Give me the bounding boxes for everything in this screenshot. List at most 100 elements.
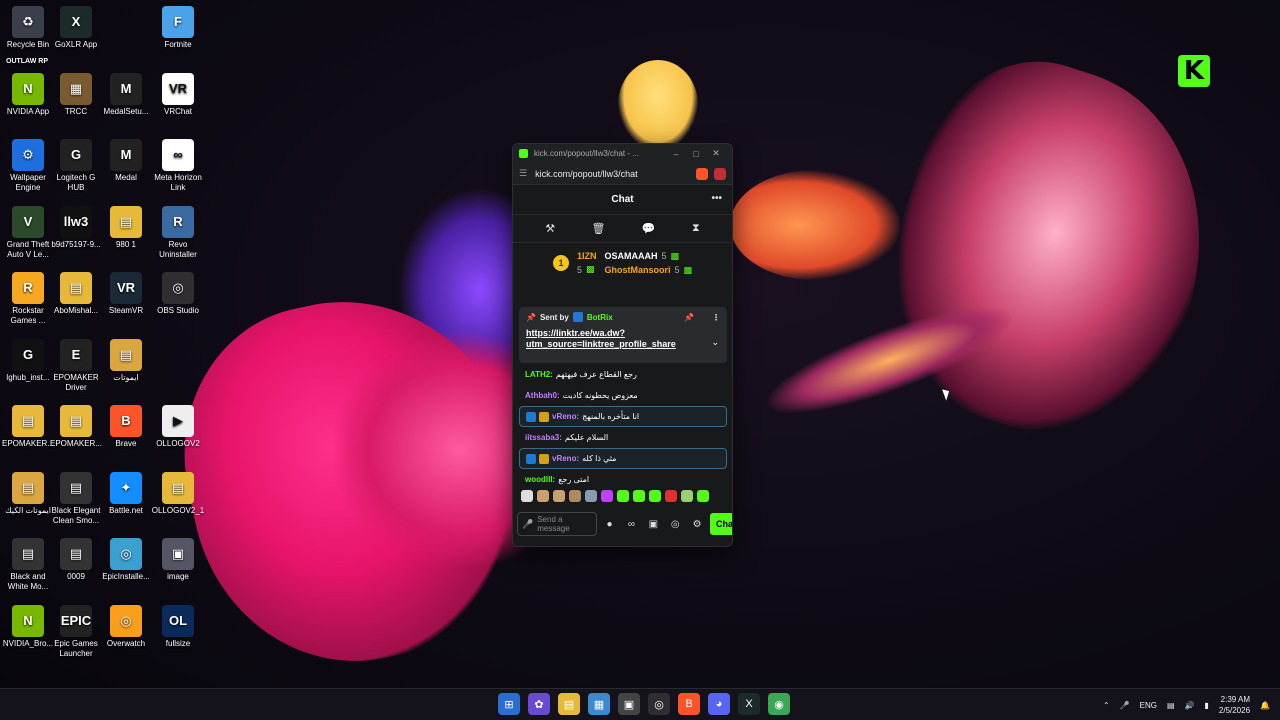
chat-popout-window[interactable]: kick.com/popout/llw3/chat - ... – □ ✕ ☰ … <box>512 143 733 547</box>
copilot-taskbar-icon[interactable]: ✿ <box>528 693 550 715</box>
emote-icon[interactable] <box>585 490 597 502</box>
desktop-icon[interactable]: EPIC Epic Games Launcher <box>48 604 104 659</box>
goxlr-taskbar-icon[interactable]: X <box>738 693 760 715</box>
microphone-tray-icon[interactable]: 🎤 <box>1120 701 1130 710</box>
desktop-icon[interactable]: ◎ EpicInstalle... <box>98 538 154 582</box>
desktop-icon[interactable]: ∞ Meta Horizon Link <box>150 139 206 193</box>
desktop-icon[interactable]: ▤ Black Elegant Clean Smo... <box>48 471 104 526</box>
desktop-icon[interactable]: ▤ 0009 <box>48 538 104 582</box>
microphone-icon[interactable]: 🎤 <box>522 519 533 530</box>
desktop-icon[interactable]: R Revo Uninstaller <box>150 205 206 260</box>
desktop-icon[interactable]: VR SteamVR <box>98 272 154 316</box>
gifter-name[interactable]: 1IZN <box>577 251 597 261</box>
chat-username[interactable]: LATH2: <box>525 370 553 379</box>
hourglass-icon[interactable]: ⧗ <box>692 222 700 235</box>
obs-taskbar-icon[interactable]: ◎ <box>648 693 670 715</box>
emote-icon[interactable] <box>537 490 549 502</box>
desktop-icon[interactable]: ▣ image <box>150 538 206 582</box>
desktop-icon[interactable]: X GoXLR App <box>48 6 104 50</box>
file-explorer-taskbar-icon[interactable]: ▤ <box>558 693 580 715</box>
emote-icon[interactable] <box>569 490 581 502</box>
emote-icon[interactable] <box>681 490 693 502</box>
gifter-name[interactable]: GhostMansoori <box>604 265 670 275</box>
desktop-icon[interactable]: ▤ ايموتات <box>98 338 154 383</box>
pinned-more-icon[interactable]: ⋮ <box>712 313 720 322</box>
desktop-icon[interactable]: G Logitech G HUB <box>48 139 104 193</box>
app-taskbar-icon[interactable]: ▣ <box>618 693 640 715</box>
desktop-icon[interactable]: M Medal <box>98 139 154 183</box>
desktop-icon[interactable]: B Brave <box>98 405 154 449</box>
desktop-icon[interactable]: llw3 b9d75197-9... <box>48 205 104 250</box>
chat-bubble-icon[interactable]: 💬 <box>642 222 656 235</box>
store-taskbar-icon[interactable]: ▦ <box>588 693 610 715</box>
pinned-sender[interactable]: BotRix <box>587 313 613 322</box>
chat-username[interactable]: woodlll: <box>525 475 555 484</box>
emote-icon[interactable] <box>521 490 533 502</box>
chat-message[interactable]: LATH2: رجع القطاع عرف فيهتهم <box>519 364 727 385</box>
emote-icon[interactable] <box>697 490 709 502</box>
desktop-icon[interactable]: ▤ 980 1 <box>98 205 154 250</box>
clock[interactable]: 2:39 AM 2/5/2026 <box>1219 694 1250 716</box>
trash-icon[interactable]: 🗑 <box>592 222 606 235</box>
chat-username[interactable]: vReno: <box>552 412 579 421</box>
chat-message[interactable]: vReno: مثي ذا كله <box>519 448 727 469</box>
settings-gear-icon[interactable]: ⚙ <box>688 519 706 530</box>
brave-taskbar-icon[interactable]: B <box>678 693 700 715</box>
emote-icon[interactable] <box>633 490 645 502</box>
desktop-icon[interactable]: F Fortnite <box>150 6 206 50</box>
discord-taskbar-icon[interactable]: ◕ <box>708 693 730 715</box>
notifications-icon[interactable]: 🔔 <box>1260 701 1270 710</box>
window-titlebar[interactable]: kick.com/popout/llw3/chat - ... – □ ✕ <box>513 144 732 163</box>
site-info-icon[interactable]: ☰ <box>519 168 527 179</box>
emote-icon[interactable] <box>553 490 565 502</box>
chat-username[interactable]: iitssaba3: <box>525 433 562 442</box>
emote-picker-icon[interactable]: ● <box>601 519 619 530</box>
desktop-icon[interactable]: ◎ OBS Studio <box>150 272 206 316</box>
battery-icon[interactable]: ▮ <box>1204 701 1208 710</box>
gifter-name[interactable]: OSAMAAAH <box>604 251 657 261</box>
chat-username[interactable]: vReno: <box>552 454 579 463</box>
chat-input[interactable]: 🎤 Send a message <box>517 512 597 536</box>
url-text[interactable]: kick.com/popout/llw3/chat <box>535 169 690 179</box>
more-options-icon[interactable]: ••• <box>711 193 722 204</box>
chevron-up-icon[interactable]: ⌃ <box>1103 701 1110 710</box>
chat-message[interactable]: Athbah0: معزوض يحطونه كاديت <box>519 385 727 406</box>
minimize-button[interactable]: – <box>666 149 686 159</box>
unpin-icon[interactable]: 📌 <box>684 313 694 322</box>
speech-icon[interactable]: ◎ <box>666 519 684 530</box>
desktop-icon[interactable]: ▤ OLLOGOV2_1 <box>150 471 206 516</box>
brave-rewards-icon[interactable] <box>714 167 726 180</box>
volume-icon[interactable]: 🔊 <box>1185 701 1195 710</box>
pinned-link[interactable]: https://linktr.ee/wa.dw?utm_source=linkt… <box>526 328 720 350</box>
chat-message[interactable]: woodlll: امتى رجع <box>519 469 727 490</box>
desktop-icon[interactable]: E EPOMAKER Driver <box>48 338 104 393</box>
desktop-icon[interactable]: M MedalSetu... <box>98 72 154 117</box>
ban-hammer-icon[interactable]: ⚒ <box>545 222 555 235</box>
start-taskbar-icon[interactable]: ⊞ <box>498 693 520 715</box>
address-bar[interactable]: ☰ kick.com/popout/llw3/chat <box>513 163 732 185</box>
chat-username[interactable]: Athbah0: <box>525 391 560 400</box>
desktop-icon[interactable]: VR VRChat <box>150 72 206 117</box>
infinity-icon[interactable]: ∞ <box>622 519 640 530</box>
desktop-icon[interactable]: ▤ AboMishal... <box>48 272 104 316</box>
emote-icon[interactable] <box>649 490 661 502</box>
desktop-icon[interactable]: ✦ Battle.net <box>98 471 154 516</box>
desktop-icon[interactable]: OL fullsize <box>150 604 206 649</box>
language-indicator[interactable]: ENG <box>1140 701 1157 710</box>
close-button[interactable]: ✕ <box>706 148 726 159</box>
brave-shield-icon[interactable] <box>696 167 708 180</box>
send-chat-button[interactable]: Chat <box>710 513 732 535</box>
network-icon[interactable]: ▤ <box>1167 701 1175 710</box>
chrome-taskbar-icon[interactable]: ◉ <box>768 693 790 715</box>
pinned-message[interactable]: 📌 Sent by BotRix 📌 ⋮ https://linktr.ee/w… <box>519 307 727 363</box>
store-icon[interactable]: ▣ <box>644 519 662 530</box>
chat-message[interactable]: vReno: انا متأخره بالمنهج <box>519 406 727 427</box>
desktop-icon[interactable]: ▤ EPOMAKER... <box>48 405 104 449</box>
desktop-icon[interactable]: ▦ TRCC <box>48 72 104 117</box>
chevron-down-icon[interactable]: ⌄ <box>711 337 719 348</box>
maximize-button[interactable]: □ <box>686 149 706 159</box>
emote-icon[interactable] <box>617 490 629 502</box>
emote-icon[interactable] <box>601 490 613 502</box>
emote-icon[interactable] <box>665 490 677 502</box>
desktop-icon[interactable]: ◎ Overwatch <box>98 604 154 649</box>
